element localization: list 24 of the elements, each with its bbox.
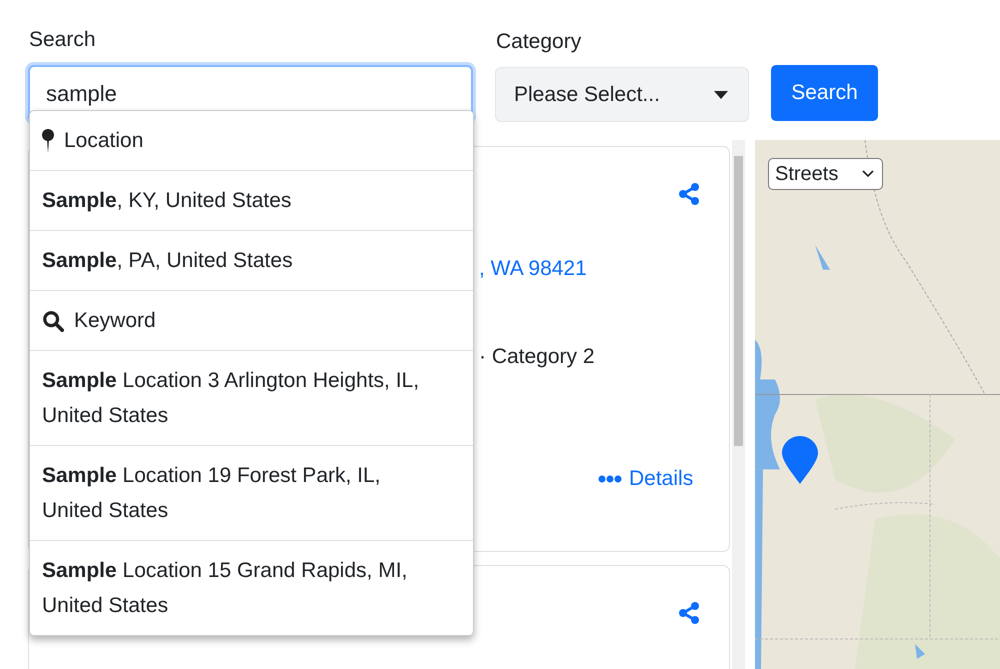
more-icon <box>598 475 622 483</box>
category-select[interactable]: Please Select... <box>495 67 749 122</box>
chevron-icon <box>862 170 874 178</box>
scrollbar[interactable] <box>732 140 745 669</box>
share-icon[interactable] <box>677 601 701 625</box>
category-text: · Category 2 <box>479 345 595 369</box>
suggestion-item[interactable]: Sample Location 15 Grand Rapids, MI, United States <box>30 541 473 635</box>
caret-icon <box>714 90 728 98</box>
suggestion-item[interactable]: Sample, KY, United States <box>30 171 473 231</box>
map-layer-select[interactable]: Streets <box>768 158 883 190</box>
marker-icon[interactable] <box>782 436 818 484</box>
suggestion-item[interactable]: Sample Location 3 Arlington Heights, IL, United States <box>30 351 473 446</box>
category-label: Category <box>495 30 582 54</box>
location-header: Location <box>30 111 473 171</box>
search-icon <box>42 310 64 332</box>
keyword-header: Keyword <box>30 291 473 351</box>
share-icon[interactable] <box>677 182 701 206</box>
details-link[interactable]: Details <box>598 467 694 491</box>
pushpin-icon <box>42 128 54 152</box>
suggestion-item[interactable]: Sample Location 19 Forest Park, IL, United States <box>30 446 473 541</box>
search-label: Search <box>28 28 97 52</box>
suggestion-item[interactable]: Sample, PA, United States <box>30 231 473 291</box>
search-button[interactable]: Search <box>771 65 878 121</box>
address-link[interactable]: , WA 98421 <box>479 257 587 281</box>
